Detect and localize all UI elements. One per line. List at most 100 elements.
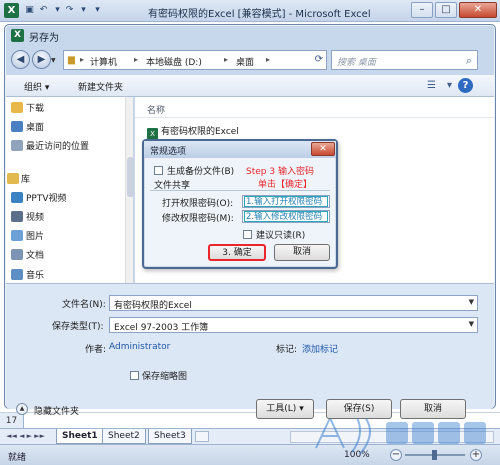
dialog-excel-icon: X	[11, 29, 24, 42]
excel-title-bar: X ▣ ↶ ▾ ↷ ▾ ▾ 有密码权限的Excel [兼容模式] - Micro…	[0, 0, 500, 22]
general-options-dialog: 常规选项 ✕ 生成备份文件(B) Step 3 输入密码 单击【确定】 文件共享…	[142, 139, 338, 269]
nav-item-documents[interactable]: 文档	[26, 248, 44, 261]
search-icon[interactable]: ⌕	[466, 54, 472, 68]
tags-label: 标记:	[276, 345, 298, 355]
nav-item-music[interactable]: 音乐	[26, 268, 44, 281]
nav-item-pptv[interactable]: PPTV视频	[26, 191, 67, 204]
tab-sheet3[interactable]: Sheet3	[148, 429, 192, 444]
recent-pages-dropdown-icon[interactable]: ▼	[51, 57, 56, 64]
music-icon	[11, 269, 23, 280]
organize-menu[interactable]: 组织 ▾	[24, 80, 49, 93]
redo-dropdown-icon[interactable]: ▾	[78, 5, 89, 16]
documents-icon	[11, 249, 23, 260]
nav-item-libraries[interactable]: 库	[21, 172, 30, 185]
pptv-icon	[11, 192, 23, 203]
status-ready: 就绪	[8, 453, 27, 463]
sheet-tab-bar: ◄◄ ◄ ► ►► Sheet1 Sheet2 Sheet3	[0, 428, 500, 444]
modify-password-input[interactable]: 2.输入修改权限密码	[242, 210, 330, 223]
filetype-select[interactable]: Excel 97-2003 工作簿 ▼	[109, 317, 478, 333]
nav-scrollbar-thumb[interactable]	[127, 157, 133, 197]
address-bar[interactable]: ▆ ▸ 计算机 ▸ 本地磁盘 (D:) ▸ 桌面 ▸ ⟳	[63, 50, 327, 70]
status-bar: 就绪 100% − +	[0, 444, 500, 465]
file-name: 有密码权限的Excel	[161, 127, 239, 137]
file-item[interactable]: X 有密码权限的Excel	[147, 124, 239, 140]
breadcrumb-separator-icon[interactable]: ▸	[266, 55, 270, 64]
desktop-icon	[11, 121, 23, 132]
filename-field[interactable]: 有密码权限的Excel ▼	[109, 295, 478, 311]
cancel-button[interactable]: 取消	[400, 399, 466, 419]
filename-value: 有密码权限的Excel	[114, 301, 192, 311]
add-tags-link[interactable]: 添加标记	[302, 342, 338, 355]
nav-scrollbar[interactable]	[125, 97, 133, 283]
search-placeholder: 搜索 桌面	[337, 58, 376, 68]
breadcrumb-desktop[interactable]: 桌面	[236, 55, 254, 68]
zoom-in-button[interactable]: +	[470, 449, 482, 461]
step-annotation-1: Step 3 输入密码	[246, 167, 314, 177]
forward-button[interactable]: ▶	[32, 50, 51, 69]
save-icon[interactable]: ▣	[24, 5, 35, 16]
undo-dropdown-icon[interactable]: ▾	[52, 5, 63, 16]
breadcrumb-separator-icon[interactable]: ▸	[224, 55, 228, 64]
zoom-slider-handle[interactable]	[432, 450, 437, 460]
options-close-button[interactable]: ✕	[311, 142, 335, 156]
refresh-icon[interactable]: ⟳	[315, 54, 323, 65]
backup-checkbox[interactable]	[154, 166, 163, 175]
view-dropdown-icon[interactable]: ▾	[442, 78, 457, 93]
breadcrumb-separator-icon[interactable]: ▸	[80, 55, 84, 64]
download-folder-icon	[11, 102, 23, 113]
quick-access-menu-icon[interactable]: ▾	[92, 5, 103, 16]
breadcrumb-computer[interactable]: 计算机	[90, 55, 117, 68]
sheet-nav-arrows[interactable]: ◄◄ ◄ ► ►►	[6, 432, 45, 440]
recent-places-icon	[11, 140, 23, 151]
horizontal-scrollbar[interactable]	[290, 431, 494, 443]
nav-item-recent-places[interactable]: 最近访问的位置	[26, 139, 89, 152]
row-header[interactable]: 17	[0, 413, 24, 429]
filename-label: 文件名(N):	[62, 300, 106, 310]
column-divider	[135, 117, 494, 118]
maximize-button[interactable]: □	[435, 2, 457, 18]
view-options-icon[interactable]: ☰	[424, 78, 439, 93]
nav-item-desktop[interactable]: 桌面	[26, 120, 44, 133]
hide-folders-icon[interactable]: ▲	[16, 403, 28, 415]
window-controls: – □ ✕	[411, 2, 497, 18]
save-options-panel: 文件名(N): 有密码权限的Excel ▼ 保存类型(T): Excel 97-…	[6, 283, 494, 419]
open-password-annotation: 1.输入打开权限密码	[244, 196, 328, 207]
excel-logo-icon[interactable]: X	[4, 3, 19, 18]
navigation-pane: 下载 桌面 最近访问的位置 库 PPTV视频 视频 图片 文档 音乐	[6, 97, 134, 283]
library-icon	[7, 173, 19, 184]
column-header-name[interactable]: 名称	[147, 103, 165, 116]
tools-label: 工具(L)	[266, 404, 297, 414]
ok-button[interactable]: 3. 确定	[208, 244, 266, 261]
nav-item-downloads[interactable]: 下载	[26, 101, 44, 114]
tools-button[interactable]: 工具(L) ▾	[256, 399, 314, 419]
open-password-input[interactable]: 1.输入打开权限密码	[242, 195, 330, 208]
back-button[interactable]: ◀	[11, 50, 30, 69]
new-folder-button[interactable]: 新建文件夹	[78, 80, 123, 93]
hide-folders-toggle[interactable]: 隐藏文件夹	[34, 404, 79, 417]
zoom-level[interactable]: 100%	[344, 450, 370, 460]
author-value[interactable]: Administrator	[109, 342, 170, 352]
search-box[interactable]: 搜索 桌面 ⌕	[331, 50, 478, 70]
nav-item-pictures[interactable]: 图片	[26, 229, 44, 242]
filetype-dropdown-icon[interactable]: ▼	[469, 320, 474, 328]
undo-icon[interactable]: ↶	[38, 5, 49, 16]
breadcrumb-drive[interactable]: 本地磁盘 (D:)	[146, 55, 202, 68]
zoom-out-button[interactable]: −	[390, 449, 402, 461]
save-button[interactable]: 保存(S)	[326, 399, 392, 419]
help-icon[interactable]: ?	[458, 78, 473, 93]
nav-item-videos[interactable]: 视频	[26, 210, 44, 223]
tools-dropdown-icon: ▾	[299, 404, 304, 414]
minimize-button[interactable]: –	[411, 2, 433, 18]
breadcrumb-separator-icon[interactable]: ▸	[134, 55, 138, 64]
redo-icon[interactable]: ↷	[64, 5, 75, 16]
save-thumbnail-checkbox[interactable]	[130, 371, 139, 380]
close-button[interactable]: ✕	[459, 2, 497, 18]
tab-sheet2[interactable]: Sheet2	[102, 429, 146, 444]
filename-dropdown-icon[interactable]: ▼	[469, 298, 474, 306]
options-separator	[150, 190, 330, 191]
readonly-label: 建议只读(R)	[256, 231, 306, 241]
readonly-checkbox[interactable]	[243, 230, 252, 239]
options-cancel-button[interactable]: 取消	[274, 244, 330, 261]
tab-sheet1[interactable]: Sheet1	[56, 429, 104, 444]
insert-sheet-button[interactable]	[195, 431, 209, 442]
